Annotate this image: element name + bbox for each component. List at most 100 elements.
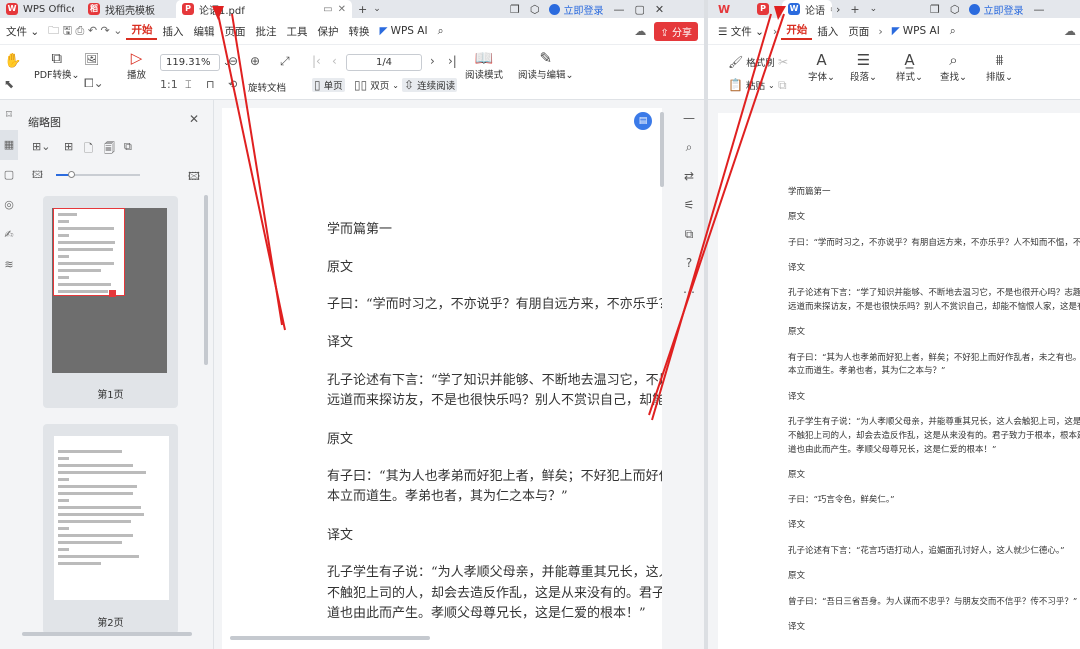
wps-ai-button[interactable]: ◤ WPS AI (374, 25, 432, 37)
paste-button[interactable]: 📋 粘贴 ⌄ (728, 78, 775, 92)
copy-dropdown-icon[interactable]: ⧠⌄ (84, 76, 104, 91)
pdf-convert-button[interactable]: ⧉ PDF转换⌄ (34, 49, 79, 81)
page-number-field[interactable]: 1/4 (346, 54, 422, 71)
paragraph-button[interactable]: ☰ 段落⌄ (850, 51, 877, 83)
login-button[interactable]: 立即登录 (549, 2, 603, 17)
new-tab-icon[interactable]: + (358, 3, 367, 16)
copy-page-icon[interactable]: ⧉ (124, 140, 132, 154)
document-scrollbar[interactable] (660, 112, 664, 187)
document-hscrollbar[interactable] (230, 636, 430, 640)
viewport-handle[interactable] (109, 290, 116, 297)
thumb-size-slider[interactable] (56, 171, 140, 178)
thumbnail-hscrollbar[interactable] (22, 632, 192, 636)
close-window-icon[interactable]: ✕ (655, 3, 664, 16)
single-page-button[interactable]: ▯ 单页 (312, 78, 345, 92)
menu-home[interactable]: 开始 (126, 22, 158, 40)
ai-assist-icon[interactable]: ▤ (634, 112, 652, 130)
print-icon[interactable]: ⎙ (76, 24, 85, 37)
minus-icon[interactable]: — (674, 104, 704, 133)
read-mode-button[interactable]: 📖 阅读模式 (465, 49, 503, 81)
double-page-button[interactable]: ▯▯ 双页 ⌄ (354, 78, 399, 92)
menu-convert[interactable]: 转换 (343, 24, 374, 39)
zoom-in-icon[interactable]: ⊕ (250, 54, 260, 68)
minimize-icon[interactable]: — (613, 3, 624, 16)
tab-dropdown-icon[interactable]: ⌄ (373, 4, 381, 14)
layers-icon[interactable]: ≋ (0, 250, 18, 280)
file-menu[interactable]: ☰ 文件 ⌄ (708, 24, 769, 39)
find-icon[interactable]: ⌕ (674, 133, 704, 162)
more-tools-icon[interactable]: › (769, 25, 781, 38)
rotate-document-button[interactable]: 旋转文档 (248, 80, 286, 94)
window-icon[interactable]: ▭ (830, 4, 832, 15)
tab-template[interactable]: 稻 找稻壳模板 (82, 0, 172, 18)
format-painter-button[interactable]: 🖌 格式刷 (728, 55, 775, 69)
menu-home[interactable]: 开始 (781, 22, 813, 40)
extract-page-icon[interactable]: 🗐 (104, 140, 115, 159)
fit-height-icon[interactable]: ⊓ (206, 78, 215, 91)
close-tab-icon[interactable]: ✕ (338, 4, 346, 15)
compare-icon[interactable]: ⧉ (674, 220, 704, 249)
file-menu[interactable]: 文件 ⌄ (0, 24, 44, 39)
more-dropdown-icon[interactable]: ⌄ (113, 24, 122, 37)
tile-window-icon[interactable]: ❐ (930, 3, 940, 16)
minimize-icon[interactable]: — (1033, 3, 1044, 16)
translate-icon[interactable]: ⇄ (674, 162, 704, 191)
tab-pdf-document[interactable]: P 论语1.pdf ▭ ✕ (176, 0, 352, 18)
first-page-icon[interactable]: |‹ (312, 54, 321, 68)
prev-page-icon[interactable]: ‹ (332, 54, 337, 68)
insert-page-icon[interactable]: 🗋 (84, 140, 93, 159)
save-icon[interactable]: 🖫 (63, 24, 72, 37)
annotation-icon[interactable]: ◎ (0, 190, 18, 220)
scroll-tabs-icon[interactable]: › (836, 3, 840, 16)
menu-insert[interactable]: 插入 (157, 24, 188, 39)
tab-word-document[interactable]: W 论语 ▭ (782, 0, 832, 18)
menu-tools[interactable]: 工具 (281, 24, 312, 39)
signature-icon[interactable]: ✍ (0, 220, 18, 250)
close-panel-icon[interactable]: ✕ (189, 112, 199, 126)
window-icon[interactable]: ▭ (323, 4, 332, 15)
new-tab-icon[interactable]: + (850, 3, 859, 16)
continuous-read-button[interactable]: ⇳ 连续阅读 (402, 78, 458, 92)
rotate-icon[interactable]: ⟲ (228, 78, 237, 91)
fit-width-icon[interactable]: ⌶ (185, 78, 192, 92)
bookmark-icon[interactable]: ⌑ (0, 100, 18, 130)
tab-wps-office[interactable]: W WPS Office (0, 0, 74, 18)
slider-handle[interactable] (68, 171, 75, 178)
undo-icon[interactable]: ↶ (88, 24, 97, 37)
play-button[interactable]: ▷ 播放 (127, 49, 146, 81)
open-icon[interactable]: 🗀 (48, 24, 59, 37)
hand-tool-icon[interactable]: ✋ (4, 53, 21, 69)
menu-more-icon[interactable]: › (874, 25, 886, 38)
thumbnail-page-1[interactable]: 第1页 (43, 196, 178, 408)
zoom-out-icon[interactable]: ⊖ (228, 54, 238, 68)
style-button[interactable]: A̲ 样式⌄ (896, 51, 923, 83)
wps-ai-button[interactable]: ◤ WPS AI (887, 25, 945, 37)
read-edit-button[interactable]: ✎ 阅读与编辑⌄ (518, 49, 573, 81)
settings-slider-icon[interactable]: ⚟ (674, 191, 704, 220)
maximize-icon[interactable]: ▢ (634, 3, 644, 16)
zoom-input[interactable]: 119.31% (160, 54, 220, 71)
help-icon[interactable]: ? (674, 249, 704, 278)
layout-button[interactable]: ⩩ 排版⌄ (986, 51, 1013, 83)
tab-pdf[interactable]: P (748, 0, 778, 18)
thumbnail-icon[interactable]: ▦ (0, 130, 18, 160)
login-button[interactable]: 立即登录 (969, 2, 1023, 17)
menu-insert[interactable]: 插入 (812, 24, 843, 39)
find-button[interactable]: ⌕ 查找⌄ (940, 51, 967, 83)
grid-view-icon[interactable]: ⊞⌄ (32, 140, 50, 153)
cloud-upload-icon[interactable]: ☁ (1064, 24, 1076, 38)
last-page-icon[interactable]: ›| (448, 54, 457, 68)
cloud-upload-icon[interactable]: ☁ (634, 24, 646, 38)
cube-icon[interactable]: ⬡ (530, 3, 540, 16)
more-icon[interactable]: ⋯ (674, 278, 704, 307)
add-page-icon[interactable]: ⊞ (64, 140, 73, 153)
tile-window-icon[interactable]: ❐ (510, 3, 520, 16)
large-thumb-icon[interactable]: 🖾 (188, 168, 200, 187)
menu-protect[interactable]: 保护 (312, 24, 343, 39)
search-icon[interactable]: ⌕ (945, 25, 961, 38)
tab-dropdown-icon[interactable]: ⌄ (870, 4, 878, 14)
cut-icon[interactable]: ✂ (778, 55, 788, 69)
thumbnail-page-2[interactable]: 第2页 (43, 424, 178, 634)
zoom-select[interactable]: 119.31% ⌄ (160, 54, 231, 71)
font-button[interactable]: A 字体⌄ (808, 51, 835, 83)
